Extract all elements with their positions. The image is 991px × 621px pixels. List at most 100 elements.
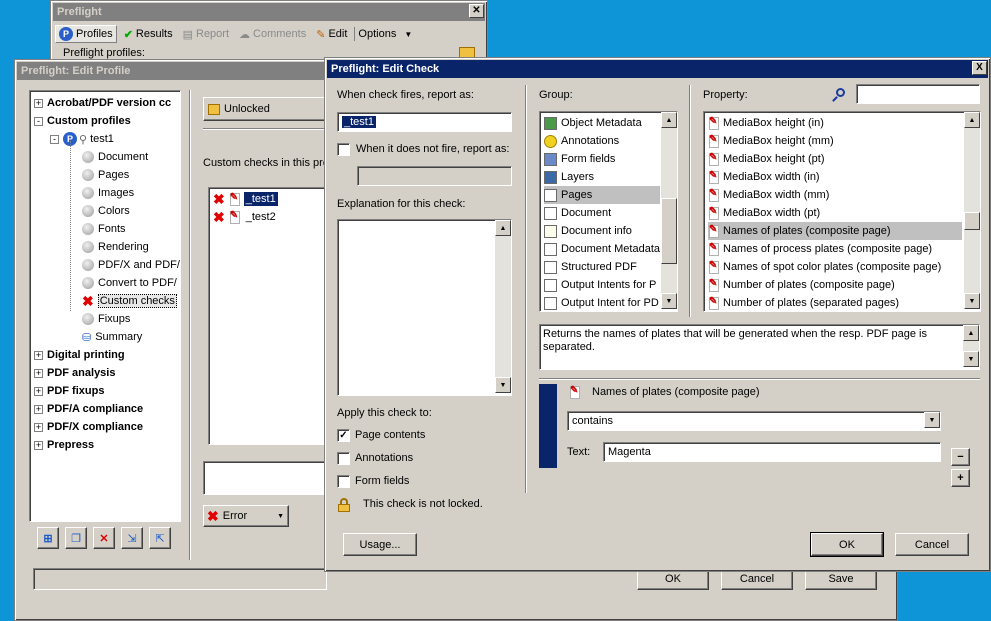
tree-item[interactable]: + Prepress [34,436,94,454]
tree-item[interactable]: - P ⚲ test1 [50,130,114,148]
expand-icon[interactable]: + [34,404,43,414]
cancel-button[interactable]: Cancel [895,533,969,556]
property-search-input[interactable] [856,84,980,104]
group-item[interactable]: Structured PDF [544,258,660,276]
property-item[interactable]: MediaBox width (pt) [708,204,962,222]
group-item[interactable]: Form fields [544,150,660,168]
property-list[interactable]: MediaBox height (in) MediaBox height (mm)… [703,111,981,312]
property-item[interactable]: MediaBox width (in) [708,168,962,186]
tree-item[interactable]: + Acrobat/PDF version cc [34,94,171,112]
search-icon[interactable] [832,88,846,102]
description-scrollbar[interactable]: ▲ ▼ [963,325,979,367]
property-item[interactable]: MediaBox width (mm) [708,186,962,204]
check-row-test1[interactable]: ✖ _test1 [213,190,278,208]
fires-input[interactable]: _test1 [337,112,512,132]
tree-item[interactable]: + PDF/X compliance [34,418,143,436]
scroll-down-icon[interactable]: ▼ [661,293,677,309]
group-item[interactable]: Document [544,204,660,222]
tree-item[interactable]: Pages [82,166,129,184]
page-contents-checkbox[interactable]: ✓ [337,429,350,442]
group-item[interactable]: Annotations [544,132,660,150]
collapse-icon[interactable]: - [50,134,59,144]
property-item[interactable]: MediaBox height (in) [708,114,962,132]
explanation-textarea[interactable]: ▲ ▼ [337,219,512,396]
expand-icon[interactable]: + [34,440,43,450]
results-tab[interactable]: ✔ Results [121,27,176,42]
close-icon[interactable]: ✕ [469,4,484,18]
export-profile-button[interactable]: ⇱ [149,527,171,549]
property-item[interactable]: MediaBox height (pt) [708,150,962,168]
group-list[interactable]: Object Metadata Annotations Form fields Lay… [539,111,678,312]
chevron-down-icon[interactable]: ▼ [924,412,940,428]
expand-icon[interactable]: + [34,350,43,360]
tree-item[interactable]: ✖ Custom checks [82,292,177,310]
property-item[interactable]: Number of plates (separated pages) [708,294,962,311]
tree-item[interactable]: + PDF fixups [34,382,104,400]
property-item[interactable]: MediaBox height (mm) [708,132,962,150]
expand-icon[interactable]: + [34,386,43,396]
property-item[interactable]: Names of spot color plates (composite pa… [708,258,962,276]
text-value-input[interactable]: Magenta [603,442,941,462]
expand-icon[interactable]: + [34,422,43,432]
close-icon[interactable]: X [972,61,987,75]
import-profile-button[interactable]: ⇲ [121,527,143,549]
group-item[interactable]: Document info [544,222,660,240]
comments-tab[interactable]: ☁ Comments [236,27,309,42]
property-item[interactable]: Names of plates (composite page) [708,222,962,240]
edit-tab[interactable]: ✎ Edit [313,27,350,42]
operator-select[interactable]: contains ▼ [567,411,941,431]
delete-profile-button[interactable]: ✕ [93,527,115,549]
scroll-up-icon[interactable]: ▲ [964,112,980,128]
tree-item[interactable]: - Custom profiles [34,112,131,130]
group-item[interactable]: Output Intents for P [544,276,660,294]
add-condition-button[interactable]: + [951,469,970,487]
severity-dropdown[interactable]: ✖ Error ▼ [203,505,289,527]
collapse-icon[interactable]: - [34,116,43,126]
explanation-scrollbar[interactable]: ▲ ▼ [495,220,511,393]
scroll-down-icon[interactable]: ▼ [495,377,511,393]
group-scrollbar[interactable]: ▲ ▼ [661,112,677,309]
not-fire-checkbox[interactable] [337,143,350,156]
group-item[interactable]: Document Metadata [544,240,660,258]
profiles-tab[interactable]: P Profiles [55,25,117,43]
expand-icon[interactable]: + [34,368,43,378]
tree-item[interactable]: PDF/X and PDF/ [82,256,180,274]
profile-tree[interactable]: + Acrobat/PDF version cc - Custom profiles -… [29,90,181,522]
group-item[interactable]: Object Metadata [544,114,660,132]
tree-item[interactable]: Convert to PDF/ [82,274,177,292]
tree-item[interactable]: + Digital printing [34,346,125,364]
tree-item[interactable]: Images [82,184,134,202]
scroll-down-icon[interactable]: ▼ [964,293,980,309]
report-tab[interactable]: ▤ Report [180,27,232,42]
property-scroll-thumb[interactable] [964,212,980,230]
tree-item[interactable]: Document [82,148,148,166]
tree-item[interactable]: Colors [82,202,130,220]
property-item[interactable]: Number of plates (composite page) [708,276,962,294]
group-item[interactable]: Output Intent for PD [544,294,660,311]
group-item[interactable]: Layers [544,168,660,186]
tree-item[interactable]: ⛁ Summary [82,328,142,346]
scroll-down-icon[interactable]: ▼ [963,351,979,367]
ok-button[interactable]: OK [810,532,884,557]
custom-checks-list[interactable]: ✖ _test1 ✖ _test2 [208,187,328,445]
tree-item[interactable]: Rendering [82,238,149,256]
new-profile-button[interactable]: ⊞ [37,527,59,549]
duplicate-profile-button[interactable]: ❐ [65,527,87,549]
scroll-up-icon[interactable]: ▲ [963,325,979,341]
tree-item[interactable]: Fixups [82,310,130,328]
group-item[interactable]: Pages [544,186,660,204]
group-scroll-thumb[interactable] [661,198,677,264]
scroll-up-icon[interactable]: ▲ [661,112,677,128]
tree-item[interactable]: Fonts [82,220,126,238]
scroll-up-icon[interactable]: ▲ [495,220,511,236]
tree-item[interactable]: + PDF analysis [34,364,115,382]
check-row-test2[interactable]: ✖ _test2 [213,208,278,226]
options-menu[interactable]: Options ▼ [354,27,415,41]
property-scrollbar[interactable]: ▲ ▼ [964,112,980,309]
unlocked-button[interactable]: Unlocked [203,97,327,121]
form-fields-checkbox[interactable] [337,475,350,488]
property-item[interactable]: Names of process plates (composite page) [708,240,962,258]
expand-icon[interactable]: + [34,98,43,108]
tree-item[interactable]: + PDF/A compliance [34,400,143,418]
annotations-checkbox[interactable] [337,452,350,465]
